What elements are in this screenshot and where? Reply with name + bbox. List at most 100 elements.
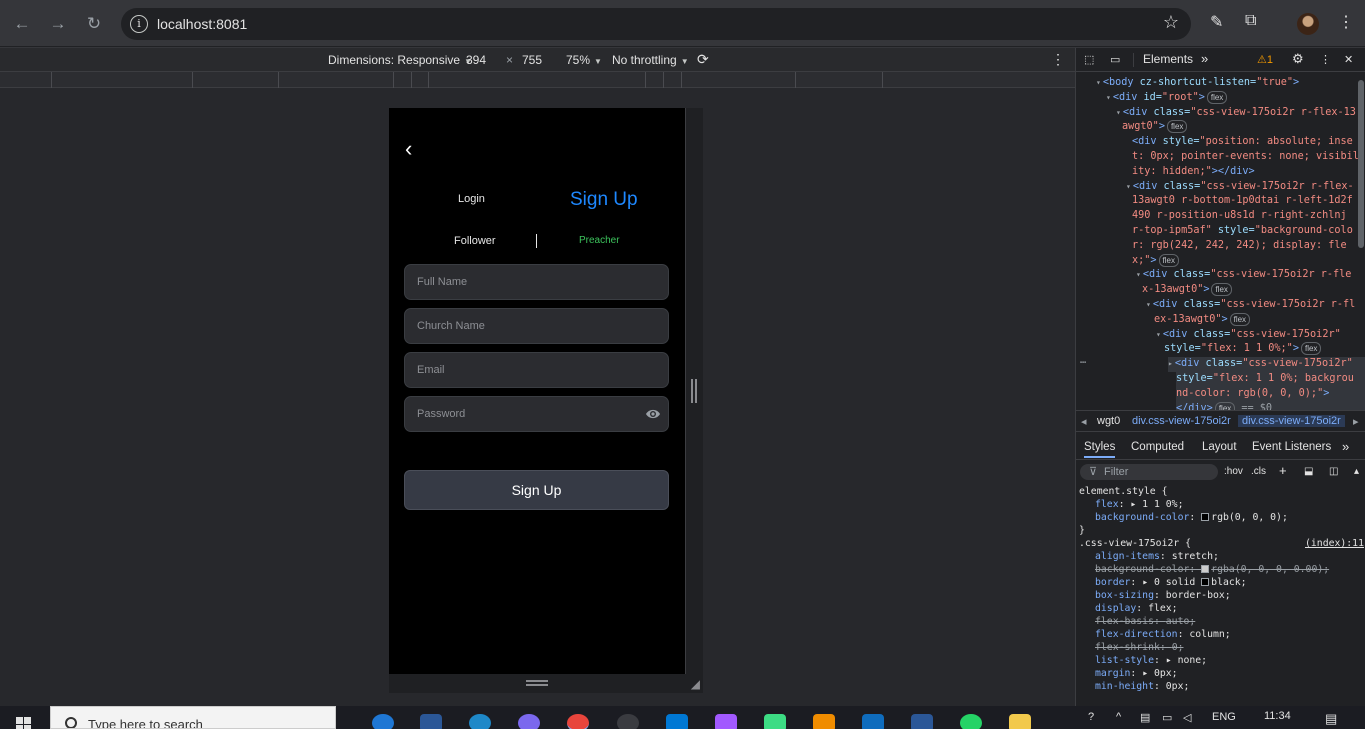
email-field[interactable] [404,352,669,388]
breadcrumb-item-selected[interactable]: div.css-view-175oi2r [1238,415,1345,427]
word-app-icon[interactable] [420,714,442,729]
email-input[interactable] [405,353,668,387]
dom-line[interactable]: ▾ <div class="css-view-175oi2r r-fl [1146,298,1355,313]
style-line[interactable]: border: ▸ 0 solid black; [1095,576,1247,589]
styles-scroll-up-icon[interactable]: ▴ [1354,466,1359,477]
tab-login[interactable]: Login [458,193,485,205]
dom-line[interactable]: 13awgt0 r-bottom-1p0dtai r-left-1d2f [1132,194,1353,209]
breadcrumb-scroll-left-icon[interactable]: ◂ [1081,415,1087,428]
network-icon[interactable]: ▤ [1140,711,1150,724]
sidebar-toggle-icon[interactable]: ◫ [1329,466,1338,477]
dom-tree[interactable]: ▾ <body cz-shortcut-listen="true"> ▾ <div i… [1076,73,1365,410]
word-app-icon-2[interactable] [911,714,933,729]
dom-line[interactable]: t: 0px; pointer-events: none; visibil [1132,150,1359,165]
dom-line[interactable]: r: rgb(242, 242, 242); display: fle [1132,239,1347,254]
expand-arrow-icon[interactable]: ▾ [1156,330,1161,339]
vlc-app-icon[interactable] [813,714,835,729]
tab-styles[interactable]: Styles [1084,441,1116,458]
style-line[interactable]: background-color: rgba(0, 0, 0, 0.00); [1095,563,1329,576]
styles-filter-input[interactable]: ⊽ Filter [1080,464,1218,480]
outlook-app-icon[interactable] [862,714,884,729]
full-name-field[interactable] [404,264,669,300]
address-bar[interactable]: i localhost:8081 ☆ [121,8,1191,40]
dom-line[interactable]: r-top-ipm5af" style="background-colo [1132,224,1353,239]
eye-icon[interactable] [645,407,661,421]
dom-line[interactable]: ▾ <div id="root"> flex [1106,90,1228,106]
dom-line[interactable]: style="flex: 1 1 0%; backgrou [1176,372,1365,387]
back-arrow-icon[interactable]: ← [9,11,35,37]
dom-line[interactable]: 490 r-position-u8s1d r-right-zchlnj [1132,209,1347,224]
height-input[interactable]: 755 [522,53,542,67]
expand-arrow-icon[interactable]: ▾ [1146,300,1151,309]
style-line[interactable]: background-color: rgb(0, 0, 0); [1095,511,1288,524]
flex-badge[interactable]: flex [1229,312,1251,326]
dom-line[interactable]: ▾ <body cz-shortcut-listen="true"> [1096,76,1299,91]
dom-line[interactable]: style="flex: 1 1 0%;"> flex [1164,342,1322,357]
expand-arrow-icon[interactable]: ▾ [1096,78,1101,87]
dom-line[interactable]: x-13awgt0"> flex [1142,283,1232,298]
toggle-rendering-icon[interactable]: ⬓ [1304,466,1313,477]
url-text[interactable]: localhost:8081 [157,16,247,32]
password-input[interactable] [405,397,668,431]
help-icon[interactable]: ? [1088,711,1094,723]
style-line[interactable]: list-style: ▸ none; [1095,654,1207,667]
android-studio-app-icon[interactable] [764,714,786,729]
new-rule-icon[interactable]: + [1279,463,1287,478]
flex-badge[interactable]: flex [1166,120,1188,134]
settings-gear-icon[interactable]: ⚙ [1292,51,1304,67]
device-toggle-icon[interactable]: ▭ [1110,53,1120,66]
style-line[interactable]: margin: ▸ 0px; [1095,667,1178,680]
vscode-app-icon[interactable] [666,714,688,729]
eyedropper-icon[interactable]: ✎ [1210,12,1223,32]
whatsapp-app-icon[interactable] [960,714,982,729]
dom-line[interactable]: nd-color: rgb(0, 0, 0);"> [1176,386,1365,402]
dom-node-menu-icon[interactable]: … [1080,354,1086,369]
volume-icon[interactable]: ◁ [1183,711,1191,724]
chrome-app-icon[interactable] [567,714,589,729]
warning-icon[interactable]: ⚠1 [1257,53,1273,66]
file-explorer-app-icon[interactable] [1009,714,1031,729]
style-line[interactable]: } [1079,524,1085,537]
style-line[interactable]: display: flex; [1095,602,1178,615]
dom-line[interactable]: ity: hidden;"></div> [1132,165,1255,180]
zoom-dropdown[interactable]: 75% ▼ [566,53,602,67]
style-line[interactable]: flex-direction: column; [1095,628,1231,641]
figma-app-icon[interactable] [715,714,737,729]
devtools-menu-icon[interactable]: ⋮ [1320,53,1331,66]
style-line[interactable]: flex: ▸ 1 1 0%; [1095,498,1183,511]
style-line[interactable]: flex-basis: auto; [1095,615,1195,628]
dom-line[interactable]: ▾ <div class="css-view-175oi2r r-flex- [1126,180,1354,195]
dom-line[interactable]: ▸ <div class="css-view-175oi2r" [1168,357,1365,372]
drag-handle-icon[interactable] [526,680,548,686]
back-chevron-icon[interactable]: ‹ [405,136,412,162]
tab-layout[interactable]: Layout [1202,441,1237,453]
resize-handle-right[interactable] [685,108,703,674]
windows-start-icon[interactable] [16,717,32,729]
color-swatch[interactable] [1201,513,1210,521]
notifications-icon[interactable]: ▤ [1325,711,1337,727]
drag-handle-icon[interactable] [691,379,697,403]
extensions-icon[interactable]: ⧉ [1245,12,1256,30]
signup-button[interactable]: Sign Up [404,470,669,510]
tray-chevron-icon[interactable]: ^ [1116,711,1121,723]
breadcrumb-item[interactable]: div.css-view-175oi2r [1132,415,1231,427]
church-name-input[interactable] [405,309,668,343]
flex-badge[interactable]: flex [1211,283,1232,297]
style-line[interactable]: flex-shrink: 0; [1095,641,1183,654]
inspect-element-icon[interactable]: ⬚ [1084,53,1094,66]
device-more-icon[interactable]: ⋮ [1051,51,1065,68]
cls-toggle[interactable]: .cls [1251,466,1266,477]
dom-line[interactable]: <div style="position: absolute; inse [1132,135,1353,150]
role-preacher[interactable]: Preacher [579,235,620,246]
dom-scrollbar[interactable] [1358,80,1364,248]
color-swatch[interactable] [1201,578,1210,586]
reload-icon[interactable]: ↻ [81,11,107,37]
breadcrumb-scroll-right-icon[interactable]: ▸ [1353,415,1359,428]
style-line[interactable]: box-sizing: border-box; [1095,589,1231,602]
style-line[interactable]: align-items: stretch; [1095,550,1219,563]
style-line[interactable]: min-height: 0px; [1095,680,1189,693]
flex-badge[interactable]: flex [1158,253,1179,267]
battery-icon[interactable]: ▭ [1162,711,1172,724]
clock-time[interactable]: 11:34 [1264,710,1291,722]
expand-arrow-icon[interactable]: ▾ [1126,182,1131,191]
